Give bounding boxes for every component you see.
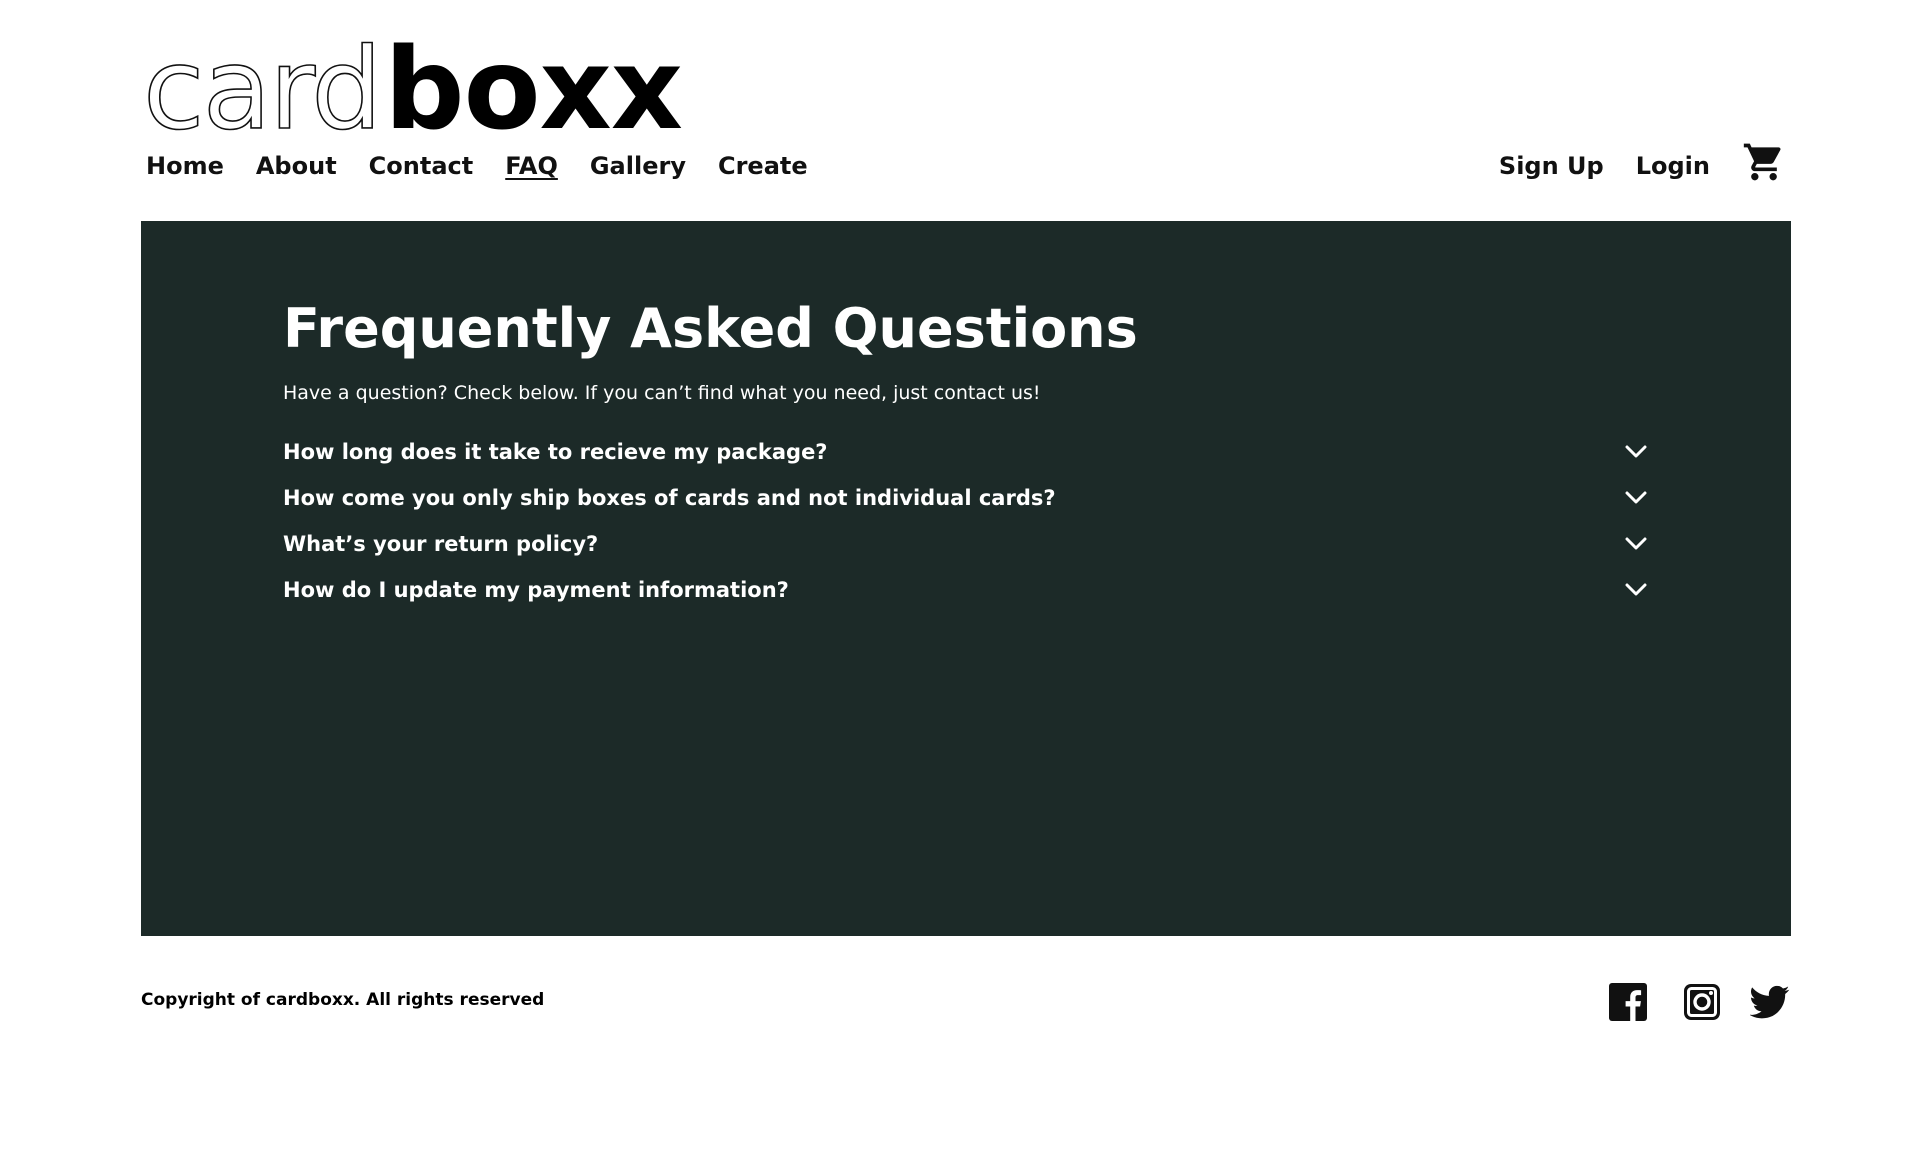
faq-item[interactable]: How do I update my payment information?: [283, 567, 1653, 613]
faq-question: How come you only ship boxes of cards an…: [283, 486, 1056, 510]
site-logo[interactable]: card boxx: [142, 25, 683, 155]
chevron-down-icon[interactable]: [1625, 537, 1647, 551]
faq-question: What’s your return policy?: [283, 532, 599, 556]
facebook-icon[interactable]: [1608, 982, 1648, 1022]
login-link[interactable]: Login: [1636, 152, 1710, 180]
account-nav: Sign Up Login: [1499, 152, 1710, 180]
facebook-icon-graphic: [1609, 983, 1647, 1021]
logo-text-card: card: [142, 25, 383, 155]
page-subtitle: Have a question? Check below. If you can…: [283, 382, 1041, 404]
nav-create[interactable]: Create: [718, 152, 808, 180]
chevron-down-icon[interactable]: [1625, 583, 1647, 597]
faq-panel: Frequently Asked Questions Have a questi…: [141, 221, 1791, 936]
nav-about[interactable]: About: [256, 152, 337, 180]
faq-question: How long does it take to recieve my pack…: [283, 440, 828, 464]
instagram-icon[interactable]: [1682, 982, 1722, 1022]
main-nav: Home About Contact FAQ Gallery Create: [146, 152, 808, 180]
page-title: Frequently Asked Questions: [283, 297, 1138, 360]
faq-item[interactable]: How come you only ship boxes of cards an…: [283, 475, 1653, 521]
faq-item[interactable]: How long does it take to recieve my pack…: [283, 429, 1653, 475]
chevron-down-icon[interactable]: [1625, 445, 1647, 459]
nav-home[interactable]: Home: [146, 152, 224, 180]
faq-question: How do I update my payment information?: [283, 578, 789, 602]
chevron-down-icon[interactable]: [1625, 491, 1647, 505]
nav-faq[interactable]: FAQ: [505, 152, 558, 180]
faq-item[interactable]: What’s your return policy?: [283, 521, 1653, 567]
twitter-icon-graphic: [1749, 985, 1790, 1019]
faq-list: How long does it take to recieve my pack…: [283, 429, 1653, 613]
copyright-text: Copyright of cardboxx. All rights reserv…: [141, 990, 545, 1010]
shopping-cart-icon[interactable]: [1742, 140, 1786, 184]
nav-contact[interactable]: Contact: [369, 152, 474, 180]
nav-gallery[interactable]: Gallery: [590, 152, 686, 180]
sign-up-link[interactable]: Sign Up: [1499, 152, 1604, 180]
instagram-icon-graphic: [1684, 984, 1720, 1020]
twitter-icon[interactable]: [1749, 982, 1790, 1022]
shopping-cart-icon-graphic: [1743, 143, 1781, 181]
logo-text-boxx: boxx: [384, 25, 683, 155]
